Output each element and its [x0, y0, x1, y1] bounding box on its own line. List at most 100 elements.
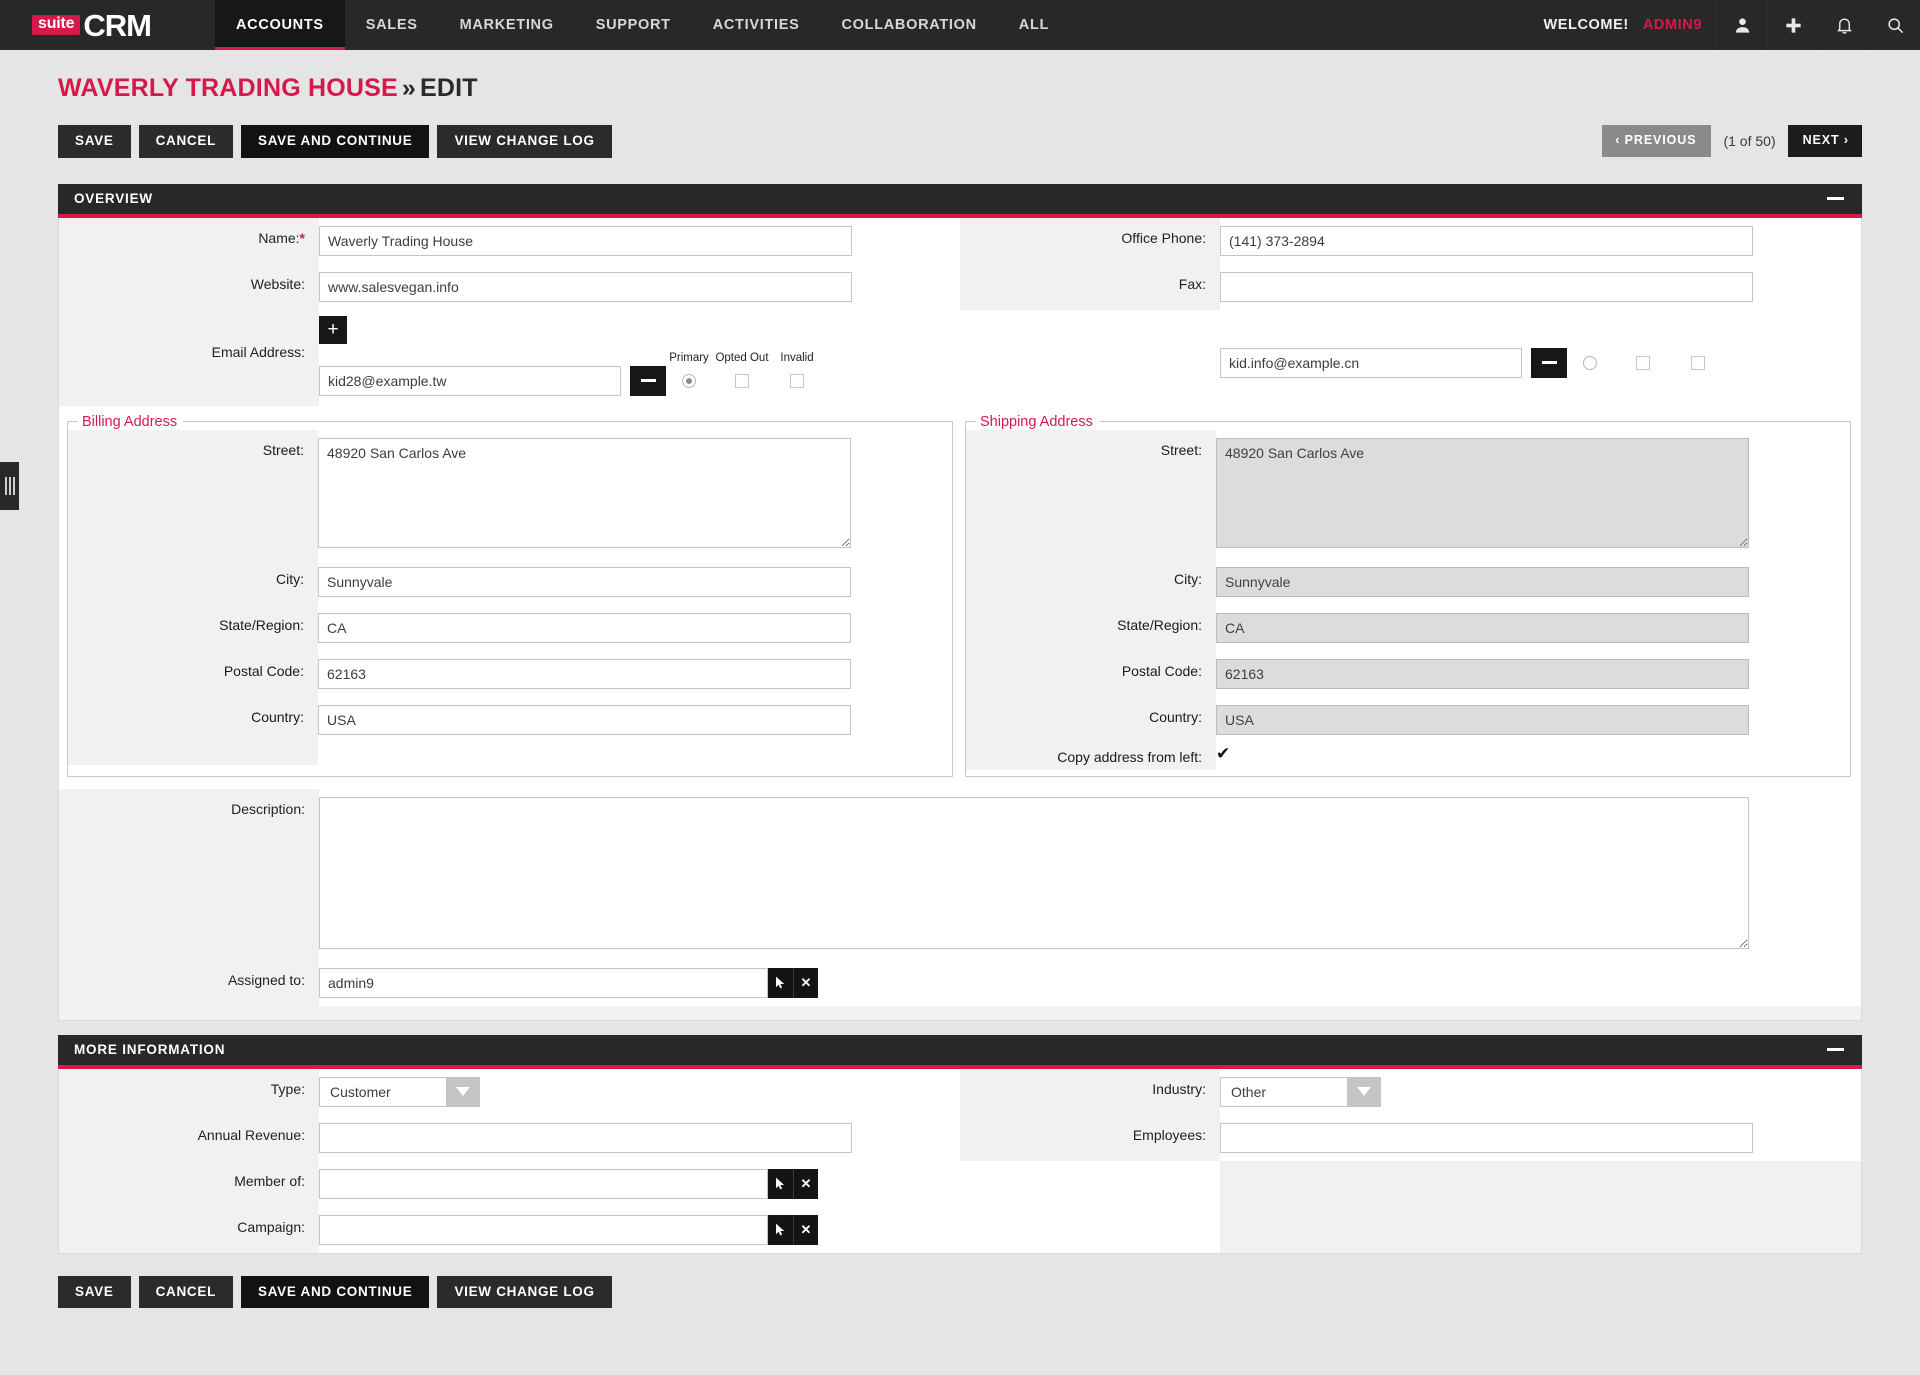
email-input-2[interactable]	[1220, 347, 1522, 378]
fax-field-wrap	[1220, 263, 1861, 310]
more-information-panel-body: Type: Customer Industry: Other Annual Re…	[58, 1068, 1862, 1254]
name-field-wrap	[319, 217, 960, 264]
member-of-input[interactable]	[319, 1168, 768, 1199]
field-annual-revenue: Annual Revenue:	[59, 1114, 960, 1161]
form-row-name-phone: Name:* Office Phone:	[59, 217, 1861, 264]
copy-address-field-wrap: ✔	[1216, 743, 1850, 770]
office-phone-input[interactable]	[1220, 225, 1753, 256]
more-info-right-filler-2	[960, 1206, 1861, 1253]
opted-out-checkbox-1[interactable]	[735, 373, 749, 388]
billing-street-textarea[interactable]: 48920 San Carlos Ave	[318, 437, 851, 548]
cancel-button-bottom[interactable]: CANCEL	[138, 1275, 234, 1308]
email-input-1[interactable]	[319, 365, 621, 396]
assigned-to-label: Assigned to:	[59, 959, 319, 1006]
shipping-city-row: City:	[966, 558, 1850, 605]
collapse-more-information-icon[interactable]	[1824, 1039, 1846, 1061]
description-textarea[interactable]	[319, 796, 1749, 949]
overview-panel-header[interactable]: OVERVIEW	[58, 183, 1862, 218]
bell-icon[interactable]	[1818, 0, 1869, 50]
overview-panel: OVERVIEW Name:* Office Phone:	[58, 183, 1862, 1021]
more-information-panel: MORE INFORMATION Type: Customer Industry…	[58, 1034, 1862, 1254]
industry-select[interactable]: Other	[1220, 1076, 1381, 1107]
nav-item-activities[interactable]: ACTIVITIES	[692, 0, 821, 50]
nav-item-all[interactable]: ALL	[998, 0, 1070, 50]
select-assigned-user-button[interactable]	[768, 967, 793, 998]
previous-label: PREVIOUS	[1624, 133, 1697, 147]
nav-item-collaboration[interactable]: COLLABORATION	[820, 0, 997, 50]
type-select[interactable]: Customer	[319, 1076, 480, 1107]
collapse-overview-icon[interactable]	[1824, 188, 1846, 210]
copy-address-checkbox[interactable]: ✔	[1216, 744, 1230, 763]
billing-postal-field-wrap	[318, 651, 952, 697]
campaign-input[interactable]	[319, 1214, 768, 1245]
view-change-log-button-top[interactable]: VIEW CHANGE LOG	[437, 125, 612, 158]
current-user-name[interactable]: ADMIN9	[1643, 17, 1702, 33]
shipping-copy-row: Copy address from left: ✔	[966, 742, 1850, 770]
clear-assigned-user-button[interactable]: ✕	[793, 967, 818, 998]
remove-email-button-1[interactable]	[630, 365, 666, 396]
title-separator: »	[401, 74, 417, 102]
clear-member-of-button[interactable]: ✕	[793, 1168, 818, 1199]
billing-state-field-wrap	[318, 605, 952, 651]
record-pagination: ‹ PREVIOUS (1 of 50) NEXT ›	[1602, 125, 1862, 157]
email-row	[1220, 347, 1861, 378]
billing-country-field-wrap	[318, 697, 952, 743]
more-information-panel-header[interactable]: MORE INFORMATION	[58, 1034, 1862, 1069]
member-of-field-wrap: ✕	[319, 1160, 960, 1207]
nav-item-marketing[interactable]: MARKETING	[439, 0, 575, 50]
user-icon[interactable]	[1716, 0, 1767, 50]
shipping-country-label: Country:	[966, 696, 1216, 743]
fax-input[interactable]	[1220, 271, 1753, 302]
save-button-top[interactable]: SAVE	[58, 125, 131, 158]
nav-label: SALES	[365, 17, 418, 33]
plus-icon[interactable]	[1767, 0, 1818, 50]
search-icon[interactable]	[1869, 0, 1920, 50]
shipping-state-row: State/Region:	[966, 604, 1850, 651]
form-row-member-of: Member of: ✕	[59, 1160, 1861, 1207]
select-member-of-button[interactable]	[768, 1168, 793, 1199]
member-of-buttons: ✕	[768, 1168, 818, 1199]
shipping-street-row: Street: 48920 San Carlos Ave	[966, 429, 1850, 559]
clear-campaign-button[interactable]: ✕	[793, 1214, 818, 1245]
primary-radio-2[interactable]	[1583, 355, 1597, 370]
save-and-continue-button-top[interactable]: SAVE AND CONTINUE	[241, 125, 430, 158]
bottom-action-bar: SAVE CANCEL SAVE AND CONTINUE VIEW CHANG…	[0, 1254, 1920, 1308]
billing-state-input[interactable]	[318, 612, 851, 643]
shipping-city-field-wrap	[1216, 559, 1850, 605]
shipping-country-field-wrap	[1216, 697, 1850, 743]
billing-postal-input[interactable]	[318, 658, 851, 689]
chevron-down-icon[interactable]	[1347, 1076, 1381, 1107]
sidebar-toggle-handle[interactable]	[0, 462, 19, 510]
nav-item-accounts[interactable]: ACCOUNTS	[215, 0, 345, 50]
primary-radio-1[interactable]	[682, 373, 696, 388]
cancel-button-top[interactable]: CANCEL	[138, 125, 234, 158]
next-record-button[interactable]: NEXT ›	[1787, 125, 1862, 157]
fax-label: Fax:	[960, 263, 1220, 310]
add-email-button[interactable]: +	[319, 315, 347, 344]
opted-out-checkbox-2[interactable]	[1636, 355, 1650, 370]
annual-revenue-input[interactable]	[319, 1122, 852, 1153]
website-input[interactable]	[319, 271, 852, 302]
field-employees: Employees:	[960, 1114, 1861, 1161]
save-and-continue-button-bottom[interactable]: SAVE AND CONTINUE	[241, 1275, 430, 1308]
name-input[interactable]	[319, 225, 852, 256]
overview-bottom-strip	[59, 1005, 1861, 1020]
view-change-log-button-bottom[interactable]: VIEW CHANGE LOG	[437, 1275, 612, 1308]
suitecrm-logo[interactable]: suite CRM	[0, 0, 215, 50]
invalid-checkbox-2[interactable]	[1691, 355, 1705, 370]
select-campaign-button[interactable]	[768, 1214, 793, 1245]
assigned-to-input[interactable]	[319, 967, 768, 998]
chevron-down-icon[interactable]	[446, 1076, 480, 1107]
nav-item-sales[interactable]: SALES	[345, 0, 439, 50]
campaign-field-wrap: ✕	[319, 1206, 960, 1253]
page-header: WAVERLY TRADING HOUSE» EDIT	[0, 50, 1920, 103]
invalid-checkbox-1[interactable]	[790, 373, 804, 388]
billing-country-input[interactable]	[318, 704, 851, 735]
remove-email-button-2[interactable]	[1531, 347, 1567, 378]
employees-input[interactable]	[1220, 1122, 1753, 1153]
save-button-bottom[interactable]: SAVE	[58, 1275, 131, 1308]
nav-item-support[interactable]: SUPPORT	[575, 0, 692, 50]
close-icon: ✕	[800, 1222, 812, 1237]
logo-suite-text: suite	[32, 15, 81, 35]
billing-city-input[interactable]	[318, 566, 851, 597]
